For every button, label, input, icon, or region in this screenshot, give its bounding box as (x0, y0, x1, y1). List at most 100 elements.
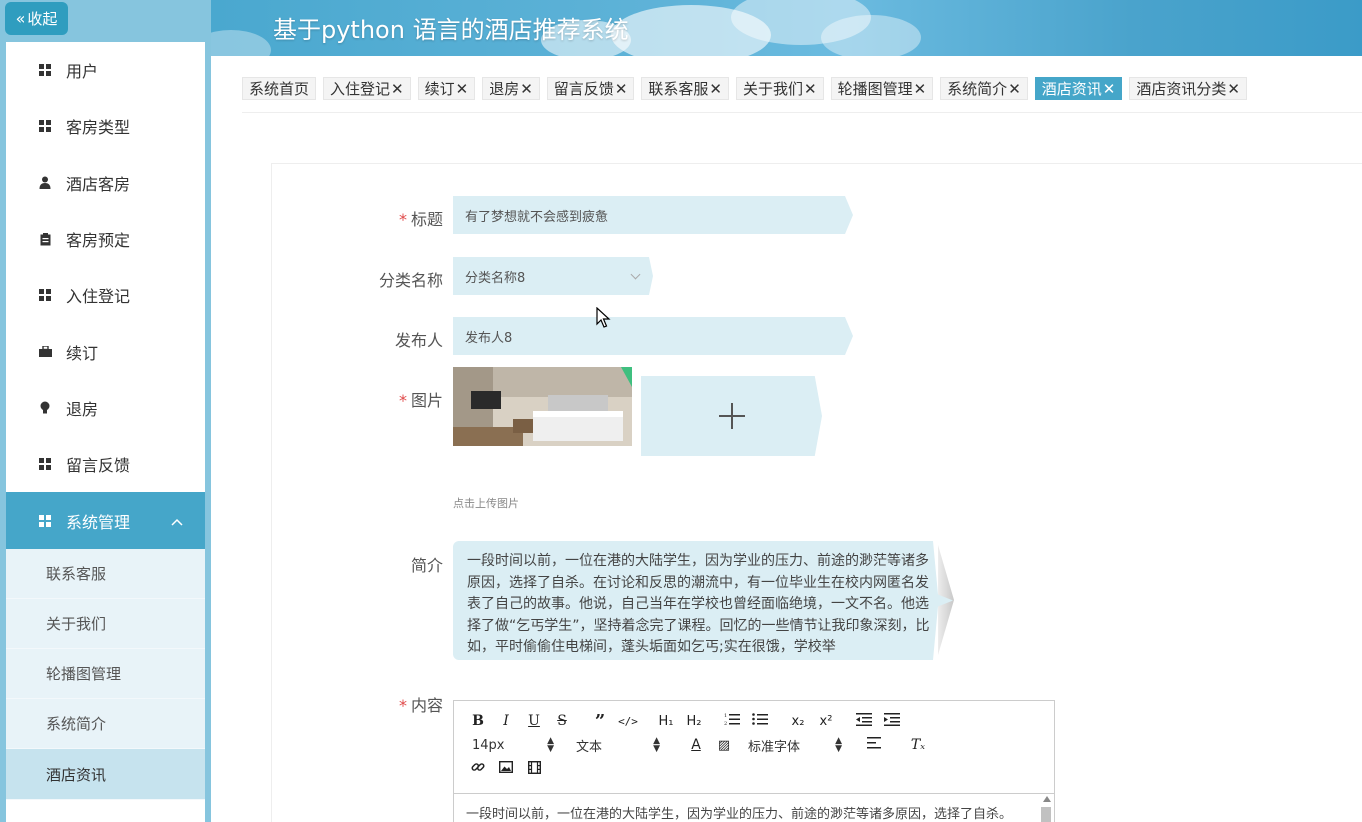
tab-home[interactable]: 系统首页 (242, 77, 317, 100)
heading1-icon[interactable]: H₁ (652, 714, 680, 729)
ordered-list-icon[interactable]: 12 (718, 712, 746, 730)
sidebar-item-label: 客房预定 (66, 231, 131, 251)
block-format-select[interactable]: 文本 ▲ ▼ (576, 736, 660, 755)
blockquote-icon[interactable]: ” (586, 711, 614, 732)
tab-system-intro[interactable]: 系统简介 ✕ (940, 77, 1028, 100)
code-icon[interactable]: </> (614, 715, 642, 728)
video-icon[interactable] (520, 760, 548, 778)
tab-carousel[interactable]: 轮播图管理 ✕ (830, 77, 934, 100)
plus-icon-bar (718, 415, 745, 417)
close-icon[interactable]: ✕ (520, 80, 533, 98)
outdent-icon[interactable] (850, 712, 878, 730)
editor-scrollbar-thumb[interactable] (1041, 807, 1051, 822)
font-size-select[interactable]: 14px ▲ ▼ (464, 737, 554, 754)
publisher-label: 发布人 (273, 327, 443, 351)
sidebar-item-feedback[interactable]: 留言反馈 (6, 436, 205, 492)
tab-checkout[interactable]: 退房 ✕ (482, 77, 540, 100)
sidebar-item-checkin[interactable]: 入住登记 (6, 267, 205, 323)
italic-icon[interactable]: I (492, 713, 520, 729)
page-title: 基于python 语言的酒店推荐系统 (273, 16, 629, 44)
sidebar-item-customer-service[interactable]: 联系客服 (6, 549, 205, 599)
close-icon[interactable]: ✕ (615, 80, 628, 98)
chevron-down-icon (630, 269, 641, 280)
bulb-icon (38, 401, 52, 415)
sidebar-item-hotel-rooms[interactable]: 酒店客房 (6, 155, 205, 211)
sidebar-item-carousel[interactable]: 轮播图管理 (6, 649, 205, 700)
sidebar-item-reservations[interactable]: 客房预定 (6, 211, 205, 267)
align-icon[interactable] (860, 737, 888, 753)
clear-format-icon[interactable]: Tₓ (904, 737, 932, 753)
close-icon[interactable]: ✕ (1103, 80, 1116, 98)
close-icon[interactable]: ✕ (1008, 80, 1021, 98)
tab-checkin[interactable]: 入住登记 ✕ (323, 77, 411, 100)
close-icon[interactable]: ✕ (456, 80, 469, 98)
category-select-value: 分类名称8 (465, 270, 526, 286)
heading2-icon[interactable]: H₂ (680, 714, 708, 729)
sidebar-item-about-us[interactable]: 关于我们 (6, 599, 205, 650)
editor-toolbar: B I U S ” </> H₁ H₂ 12 x₂ x² 14px ▲ ▼ 文本… (454, 701, 1054, 781)
close-icon[interactable]: ✕ (914, 80, 927, 98)
sidebar-menu: 用户 客房类型 酒店客房 客房预定 入住登记 续订 退房 留言反馈 系统管理 联… (6, 42, 205, 822)
tab-label: 留言反馈 (553, 80, 614, 98)
strikethrough-icon[interactable]: S (548, 713, 576, 729)
uploaded-image-thumbnail[interactable] (453, 367, 632, 446)
sidebar-group-system[interactable]: 系统管理 (6, 492, 205, 549)
tab-customer-service[interactable]: 联系客服 ✕ (641, 77, 729, 100)
scroll-up-arrow-icon[interactable] (1043, 796, 1051, 802)
mouse-pointer-icon (596, 307, 611, 328)
tab-renewal[interactable]: 续订 ✕ (417, 77, 476, 100)
image-upload-button[interactable] (641, 376, 822, 456)
image-icon[interactable] (492, 760, 520, 777)
required-mark: * (398, 696, 407, 715)
grid-icon (38, 63, 52, 77)
image-label-text: 图片 (410, 391, 443, 410)
subscript-icon[interactable]: x₂ (784, 714, 812, 729)
sidebar-item-room-types[interactable]: 客房类型 (6, 98, 205, 154)
sidebar-item-checkout[interactable]: 退房 (6, 380, 205, 436)
superscript-icon[interactable]: x² (812, 714, 840, 729)
tab-hotel-news[interactable]: 酒店资讯 ✕ (1034, 77, 1123, 100)
sidebar-item-renewal[interactable]: 续订 (6, 323, 205, 379)
intro-textarea[interactable]: 一段时间以前，一位在港的大陆学生，因为学业的压力、前途的渺茫等诸多原因，选择了自… (453, 541, 953, 660)
sidebar-item-hotel-news[interactable]: 酒店资讯 (6, 749, 205, 800)
title-label-text: 标题 (410, 210, 443, 229)
indent-icon[interactable] (878, 712, 906, 730)
sidebar-group-label: 系统管理 (66, 512, 131, 532)
sidebar-item-label: 退房 (66, 399, 99, 419)
close-icon[interactable]: ✕ (804, 80, 817, 98)
upload-hint: 点击上传图片 (453, 497, 519, 510)
tab-hotel-news-category[interactable]: 酒店资讯分类 ✕ (1129, 77, 1247, 100)
collapse-label: 收起 (27, 10, 58, 28)
sidebar-item-system-intro[interactable]: 系统简介 (6, 699, 205, 750)
sidebar-item-label: 留言反馈 (66, 456, 131, 476)
font-color-icon[interactable]: A (682, 737, 710, 753)
required-mark: * (398, 391, 407, 410)
underline-icon[interactable]: U (520, 713, 548, 729)
publisher-input[interactable]: 发布人8 (453, 317, 853, 355)
category-select[interactable]: 分类名称8 (453, 257, 653, 295)
close-icon[interactable]: ✕ (709, 80, 722, 98)
bold-icon[interactable]: B (464, 713, 492, 729)
select-arrows-icon: ▲ ▼ (835, 736, 842, 754)
close-icon[interactable]: ✕ (1227, 80, 1240, 98)
editor-content-area[interactable]: 一段时间以前，一位在港的大陆学生，因为学业的压力、前途的渺茫等诸多原因，选择了自… (454, 793, 1054, 822)
tab-feedback[interactable]: 留言反馈 ✕ (546, 77, 635, 100)
close-icon[interactable]: ✕ (391, 80, 404, 98)
collapse-button[interactable]: « 收起 (5, 2, 68, 35)
sidebar-submenu: 联系客服 关于我们 轮播图管理 系统简介 酒店资讯 (6, 548, 205, 800)
block-format-value: 文本 (576, 739, 603, 755)
image-label: * 图片 (273, 387, 443, 411)
background-color-icon[interactable]: ▨ (710, 738, 738, 753)
category-label: 分类名称 (273, 267, 443, 291)
bullet-list-icon[interactable] (746, 712, 774, 730)
grid-icon (38, 288, 52, 302)
hotel-room-image (453, 367, 632, 446)
tab-about-us[interactable]: 关于我们 ✕ (735, 77, 824, 100)
title-input[interactable]: 有了梦想就不会感到疲惫 (453, 196, 853, 234)
font-size-value: 14px (472, 737, 505, 753)
link-icon[interactable] (464, 760, 492, 778)
font-family-select[interactable]: 标准字体 ▲ ▼ (748, 736, 842, 755)
intro-label-text: 简介 (410, 556, 443, 575)
svg-text:2: 2 (724, 721, 727, 726)
sidebar-item-users[interactable]: 用户 (6, 42, 205, 98)
